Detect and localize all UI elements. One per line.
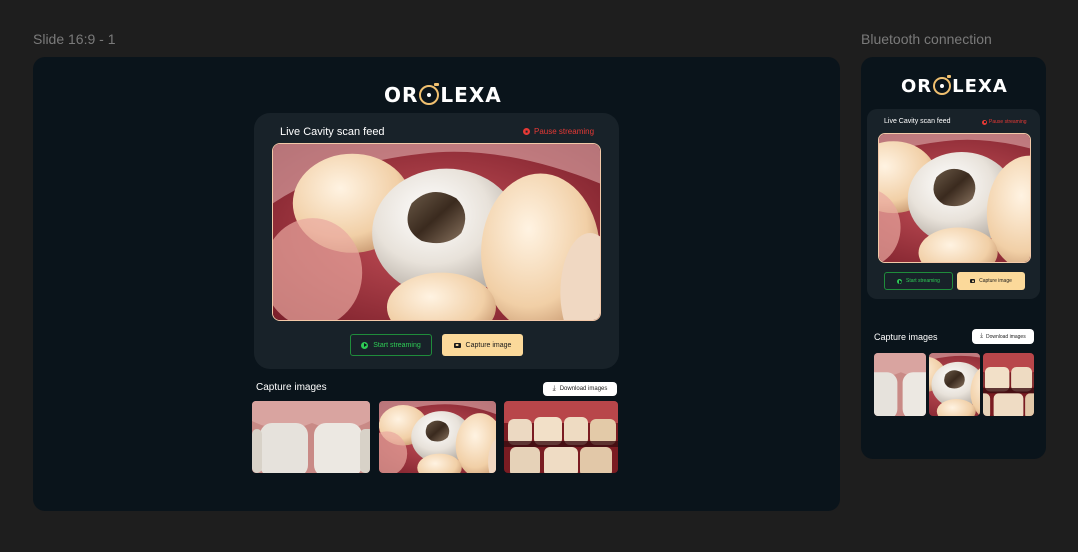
teeth-gap-photo bbox=[504, 401, 618, 473]
capture-thumbnail[interactable] bbox=[929, 353, 980, 416]
logo-text-part2: LEXA bbox=[440, 83, 502, 107]
play-circle-icon bbox=[361, 341, 369, 349]
capture-images-title: Capture images bbox=[256, 382, 327, 393]
capture-thumbnail[interactable] bbox=[874, 353, 926, 416]
download-images-label: Download images bbox=[559, 386, 608, 392]
tooth-cavity-photo bbox=[879, 134, 1030, 262]
start-streaming-button[interactable]: Start streaming bbox=[350, 334, 432, 356]
pause-streaming-button[interactable]: Pause streaming bbox=[982, 119, 1027, 125]
logo-text-part1: OR bbox=[901, 75, 933, 97]
front-teeth-photo bbox=[874, 353, 926, 416]
side-frame-label: Bluetooth connection bbox=[861, 31, 992, 47]
pause-circle-icon bbox=[982, 119, 987, 125]
main-frame: OR LEXA Live Cavity scan feed Pause stre… bbox=[33, 57, 840, 511]
capture-image-label: Capture image bbox=[465, 341, 512, 349]
camera-lens-icon bbox=[419, 83, 440, 105]
capture-image-label: Capture image bbox=[979, 278, 1012, 284]
pause-streaming-label: Pause streaming bbox=[534, 127, 595, 136]
capture-thumbnail[interactable] bbox=[379, 401, 496, 473]
capture-thumbnail[interactable] bbox=[983, 353, 1034, 416]
pause-circle-icon bbox=[523, 128, 530, 135]
play-circle-icon bbox=[897, 278, 903, 284]
capture-thumbnail[interactable] bbox=[252, 401, 370, 473]
capture-image-button[interactable]: Capture image bbox=[957, 272, 1025, 290]
pause-streaming-label: Pause streaming bbox=[989, 119, 1027, 125]
tooth-cavity-photo bbox=[273, 144, 600, 320]
logo-text-part2: LEXA bbox=[952, 75, 1008, 97]
camera-icon bbox=[970, 279, 976, 283]
logo-text-part1: OR bbox=[384, 83, 419, 107]
capture-thumbnail[interactable] bbox=[504, 401, 618, 473]
start-streaming-label: Start streaming bbox=[373, 341, 421, 349]
start-streaming-label: Start streaming bbox=[906, 278, 940, 284]
logo: OR LEXA bbox=[384, 83, 502, 107]
camera-lens-icon bbox=[933, 75, 952, 95]
download-images-button[interactable]: ⤓ Download images bbox=[543, 382, 617, 396]
feed-title: Live Cavity scan feed bbox=[884, 118, 951, 125]
download-images-label: Download images bbox=[985, 333, 1026, 340]
cavity-molar-photo bbox=[379, 401, 496, 473]
capture-image-button[interactable]: Capture image bbox=[442, 334, 523, 356]
camera-icon bbox=[453, 342, 461, 348]
start-streaming-button[interactable]: Start streaming bbox=[884, 272, 953, 290]
download-images-button[interactable]: ⤓ Download images bbox=[972, 329, 1034, 344]
download-icon: ⤓ bbox=[552, 385, 556, 392]
logo: OR LEXA bbox=[901, 75, 1008, 97]
live-feed-image bbox=[272, 143, 601, 321]
live-feed-card: Live Cavity scan feed Pause streaming St… bbox=[254, 113, 619, 369]
pause-streaming-button[interactable]: Pause streaming bbox=[523, 127, 594, 136]
capture-images-title: Capture images bbox=[874, 332, 938, 342]
cavity-molar-photo bbox=[929, 353, 980, 416]
live-feed-image bbox=[878, 133, 1031, 263]
live-feed-card: Live Cavity scan feed Pause streaming St… bbox=[867, 109, 1040, 299]
download-icon: ⤓ bbox=[980, 333, 983, 339]
main-frame-label: Slide 16:9 - 1 bbox=[33, 31, 116, 47]
front-teeth-photo bbox=[252, 401, 370, 473]
feed-title: Live Cavity scan feed bbox=[280, 126, 385, 138]
teeth-gap-photo bbox=[983, 353, 1034, 416]
side-frame: OR LEXA Live Cavity scan feed Pause stre… bbox=[861, 57, 1046, 459]
